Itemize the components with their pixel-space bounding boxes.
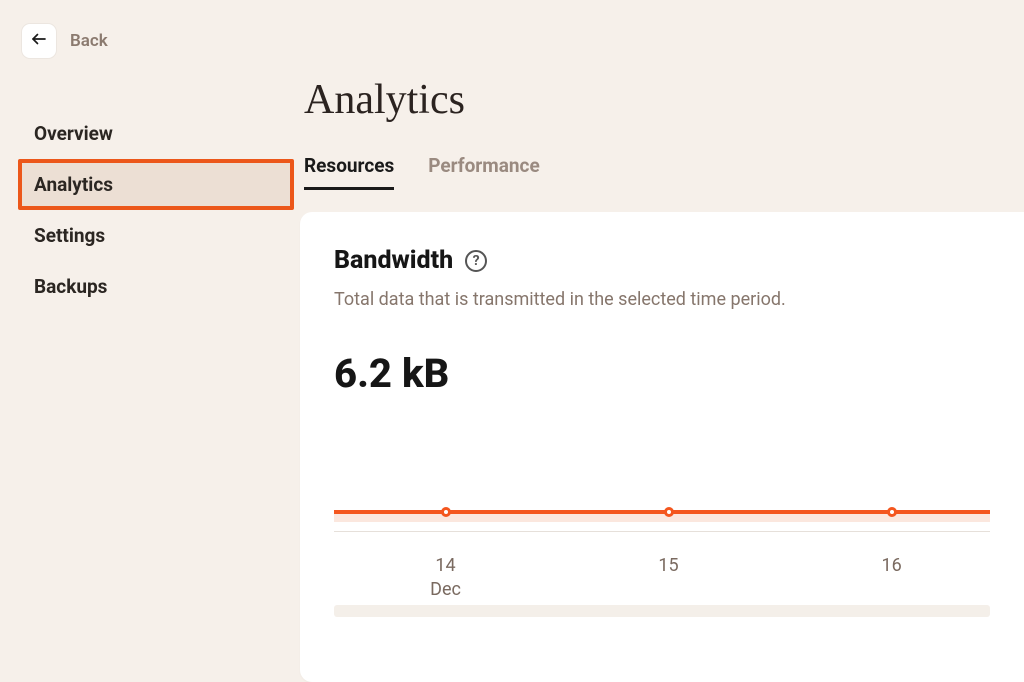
- sidebar-item-label: Analytics: [34, 173, 113, 196]
- x-axis-label: 16: [881, 554, 901, 578]
- x-tick-top: 16: [881, 555, 901, 576]
- sidebar: Overview Analytics Settings Backups: [0, 58, 300, 682]
- chart-point: [441, 507, 451, 517]
- sidebar-item-label: Overview: [34, 122, 113, 145]
- sidebar-item-analytics[interactable]: Analytics: [18, 159, 294, 210]
- chart-point: [887, 507, 897, 517]
- x-axis-label: 14 Dec: [430, 554, 461, 603]
- chart-overview-strip: [334, 605, 990, 617]
- chart-line: [334, 507, 990, 517]
- back-button[interactable]: [22, 24, 56, 58]
- metric-value: 6.2 kB: [334, 350, 990, 397]
- card-title: Bandwidth: [334, 246, 453, 275]
- sidebar-item-settings[interactable]: Settings: [18, 210, 294, 261]
- tab-resources[interactable]: Resources: [304, 154, 394, 190]
- tab-label: Resources: [304, 154, 394, 177]
- page-title: Analytics: [300, 58, 1024, 154]
- x-axis: 14 Dec 15 16: [334, 531, 990, 587]
- bandwidth-chart: 14 Dec 15 16: [334, 507, 990, 617]
- help-icon[interactable]: ?: [465, 250, 487, 272]
- arrow-left-icon: [30, 30, 48, 52]
- main: Analytics Resources Performance Bandwidt…: [300, 58, 1024, 682]
- sidebar-item-label: Backups: [34, 275, 107, 298]
- chart-point: [664, 507, 674, 517]
- sidebar-item-backups[interactable]: Backups: [18, 261, 294, 312]
- x-tick-top: 14: [435, 555, 455, 576]
- back-label[interactable]: Back: [70, 31, 108, 51]
- x-tick-bottom: Dec: [430, 579, 461, 600]
- sidebar-item-label: Settings: [34, 224, 105, 247]
- x-axis-label: 15: [658, 554, 678, 578]
- back-row: Back: [0, 0, 1024, 58]
- tabs: Resources Performance: [300, 154, 1024, 190]
- card-description: Total data that is transmitted in the se…: [334, 289, 990, 310]
- sidebar-item-overview[interactable]: Overview: [18, 108, 294, 159]
- tab-label: Performance: [428, 154, 539, 177]
- bandwidth-card: Bandwidth ? Total data that is transmitt…: [300, 212, 1024, 682]
- x-tick-top: 15: [658, 555, 678, 576]
- tab-performance[interactable]: Performance: [428, 154, 539, 190]
